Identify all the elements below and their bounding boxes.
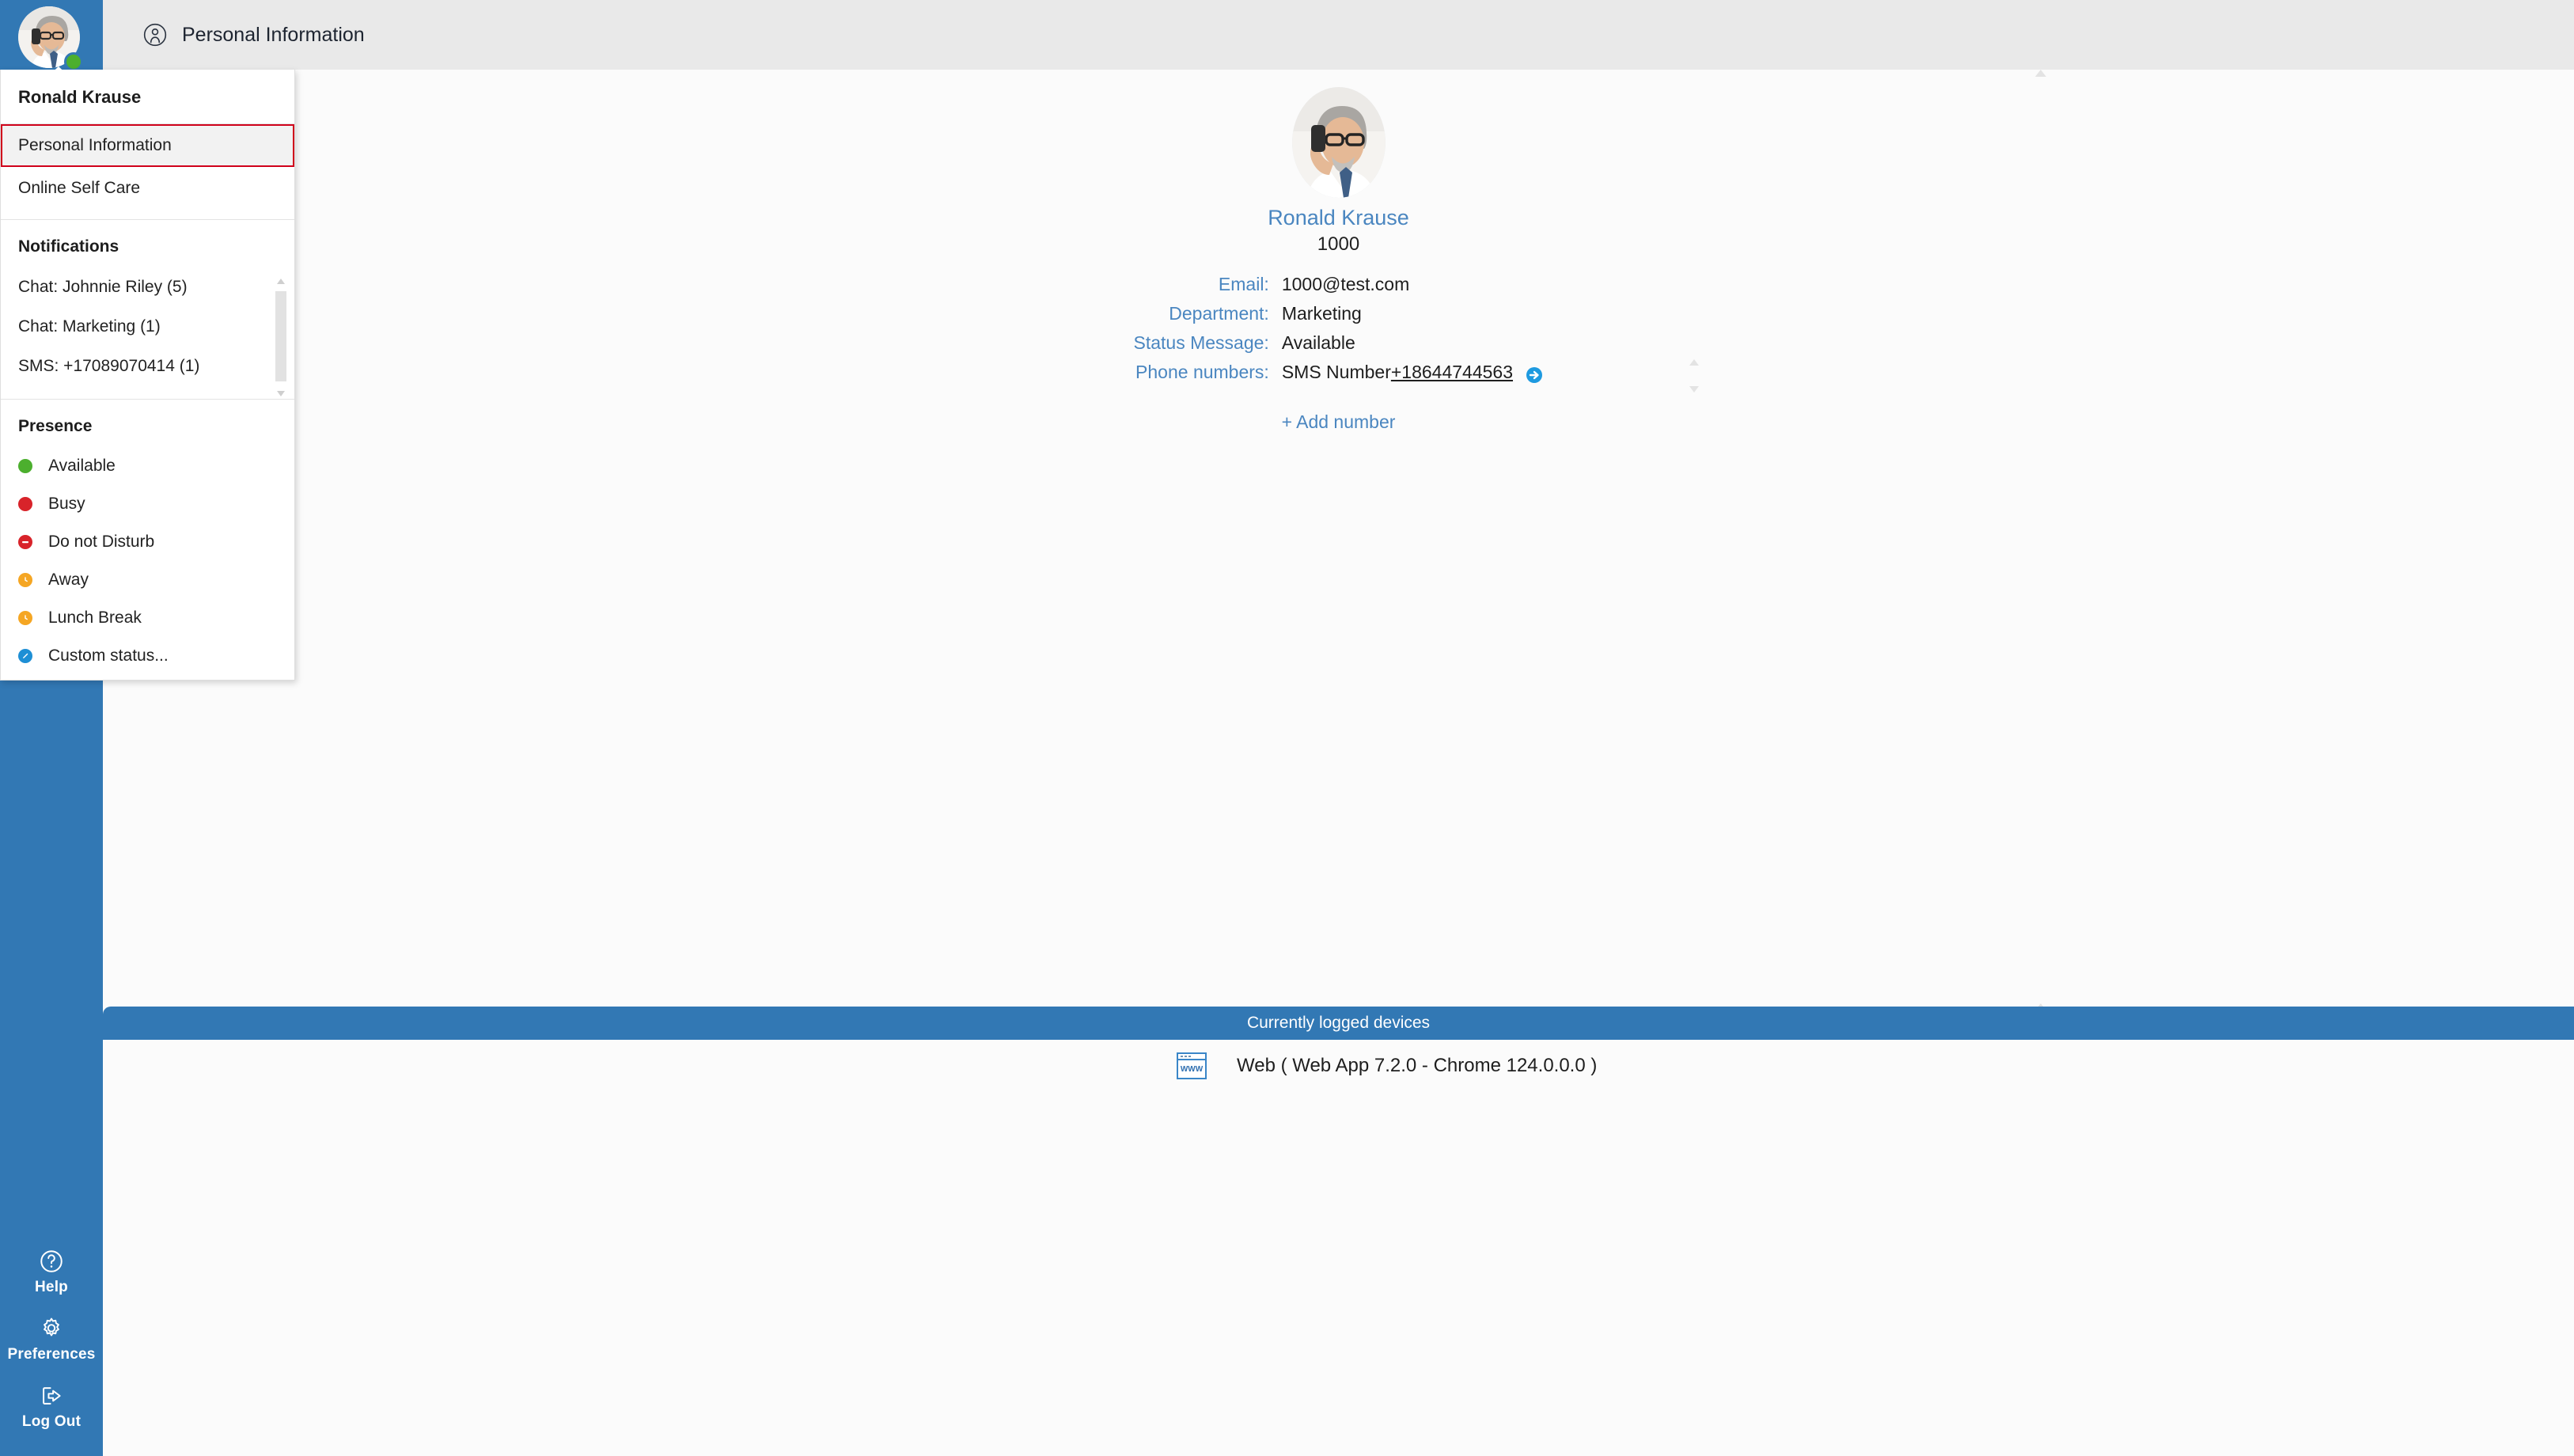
web-browser-icon: WWW bbox=[1177, 1052, 1207, 1079]
presence-custom-icon bbox=[18, 649, 32, 663]
presence-option-do-not-disturb[interactable]: Do not Disturb bbox=[1, 523, 294, 561]
page-title: Personal Information bbox=[182, 23, 365, 46]
presence-option-label: Available bbox=[48, 457, 116, 475]
detail-value: Available bbox=[1281, 332, 1355, 353]
preferences-button[interactable]: Preferences bbox=[0, 1307, 103, 1374]
presence-lunch-icon bbox=[18, 611, 32, 625]
phone-type-label: SMS Number bbox=[1281, 362, 1391, 383]
scroll-up-arrow-icon[interactable] bbox=[277, 279, 285, 284]
menu-item-online-self-care[interactable]: Online Self Care bbox=[1, 167, 294, 210]
devices-section-title: Currently logged devices bbox=[1246, 1014, 1431, 1032]
detail-label: Status Message: bbox=[1133, 332, 1269, 353]
help-button[interactable]: Help bbox=[0, 1240, 103, 1307]
rail-avatar-button[interactable] bbox=[18, 6, 85, 73]
add-number-button[interactable]: + Add number bbox=[103, 411, 2574, 433]
user-dropdown-panel: Ronald Krause Personal Information Onlin… bbox=[0, 70, 295, 681]
detail-row-email: Email: 1000@test.com bbox=[1134, 270, 1544, 299]
notifications-scrollbar[interactable] bbox=[275, 274, 286, 399]
presence-busy-icon bbox=[18, 497, 32, 511]
detail-label: Department: bbox=[1169, 303, 1269, 324]
detail-value: 1000@test.com bbox=[1281, 274, 1410, 294]
presence-option-custom-status[interactable]: Custom status... bbox=[1, 637, 294, 678]
notifications-list: Chat: Johnnie Riley (5) Chat: Marketing … bbox=[1, 267, 294, 399]
logout-icon bbox=[43, 1387, 61, 1405]
detail-value: Marketing bbox=[1281, 303, 1362, 324]
logout-label: Log Out bbox=[21, 1413, 82, 1430]
presence-option-busy[interactable]: Busy bbox=[1, 485, 294, 523]
presence-option-label: Do not Disturb bbox=[48, 533, 155, 551]
detail-label: Phone numbers: bbox=[1135, 362, 1269, 383]
app-root: Help Preferences Log Out Personal Inform… bbox=[0, 0, 2574, 1456]
preferences-label: Preferences bbox=[7, 1346, 96, 1363]
profile-details-table: Email: 1000@test.com Department: Marketi… bbox=[1134, 270, 1544, 388]
svg-text:WWW: WWW bbox=[1181, 1065, 1204, 1074]
phone-row-scroll-controls[interactable] bbox=[1685, 356, 1703, 400]
device-list-item[interactable]: WWW Web ( Web App 7.2.0 - Chrome 124.0.0… bbox=[103, 1052, 2574, 1079]
logout-button[interactable]: Log Out bbox=[0, 1374, 103, 1442]
devices-section-header: Currently logged devices bbox=[103, 1007, 2574, 1040]
gear-icon bbox=[44, 1318, 59, 1337]
presence-option-available[interactable]: Available bbox=[1, 447, 294, 485]
profile-panel: Ronald Krause 1000 Email: 1000@test.com … bbox=[103, 70, 2574, 1019]
detail-label: Email: bbox=[1218, 274, 1269, 294]
notifications-section-title: Notifications bbox=[18, 237, 119, 256]
detail-row-status-message: Status Message: Available bbox=[1134, 328, 1544, 358]
notification-item[interactable]: Chat: Marketing (1) bbox=[1, 307, 294, 347]
page-scroll-up-icon[interactable] bbox=[2035, 70, 2046, 77]
row-scroll-down-icon[interactable] bbox=[1689, 386, 1699, 392]
page-header: Personal Information bbox=[103, 0, 2574, 70]
device-label: Web ( Web App 7.2.0 - Chrome 124.0.0.0 ) bbox=[1237, 1055, 1598, 1076]
phone-number-cell: +18644744563 bbox=[1391, 358, 1544, 388]
rail-bottom-actions: Help Preferences Log Out bbox=[0, 1240, 103, 1442]
profile-content: Ronald Krause 1000 Email: 1000@test.com … bbox=[103, 70, 2574, 433]
presence-option-label: Busy bbox=[48, 495, 85, 513]
profile-name[interactable]: Ronald Krause bbox=[103, 206, 2574, 230]
help-label: Help bbox=[35, 1279, 68, 1295]
presence-away-icon bbox=[18, 573, 32, 587]
notification-item[interactable]: Chat: Johnnie Riley (5) bbox=[1, 267, 294, 307]
presence-option-away[interactable]: Away bbox=[1, 561, 294, 599]
menu-item-personal-information[interactable]: Personal Information bbox=[1, 124, 294, 167]
presence-available-icon bbox=[18, 459, 32, 473]
detail-row-department: Department: Marketing bbox=[1134, 299, 1544, 328]
help-circle-icon bbox=[40, 1250, 63, 1272]
presence-option-label: Custom status... bbox=[48, 646, 169, 665]
row-scroll-up-icon[interactable] bbox=[1689, 359, 1699, 366]
profile-extension: 1000 bbox=[1317, 233, 1360, 255]
presence-option-lunch-break[interactable]: Lunch Break bbox=[1, 599, 294, 637]
sms-forward-icon[interactable] bbox=[1526, 366, 1543, 384]
dropdown-caret-icon bbox=[46, 66, 71, 78]
phone-number-link[interactable]: +18644744563 bbox=[1391, 362, 1513, 382]
presence-dnd-icon bbox=[18, 535, 32, 549]
detail-row-phone-numbers: Phone numbers: SMS Number +18644744563 bbox=[1134, 358, 1544, 388]
scroll-thumb[interactable] bbox=[275, 291, 286, 381]
dropdown-user-name: Ronald Krause bbox=[18, 87, 142, 107]
person-circle-icon bbox=[143, 23, 167, 47]
presence-option-label: Lunch Break bbox=[48, 609, 142, 627]
scroll-down-arrow-icon[interactable] bbox=[277, 391, 285, 396]
profile-photo bbox=[1291, 87, 1386, 198]
presence-option-label: Away bbox=[48, 571, 89, 589]
notification-item[interactable]: SMS: +17089070414 (1) bbox=[1, 347, 294, 386]
presence-section-title: Presence bbox=[18, 417, 93, 435]
